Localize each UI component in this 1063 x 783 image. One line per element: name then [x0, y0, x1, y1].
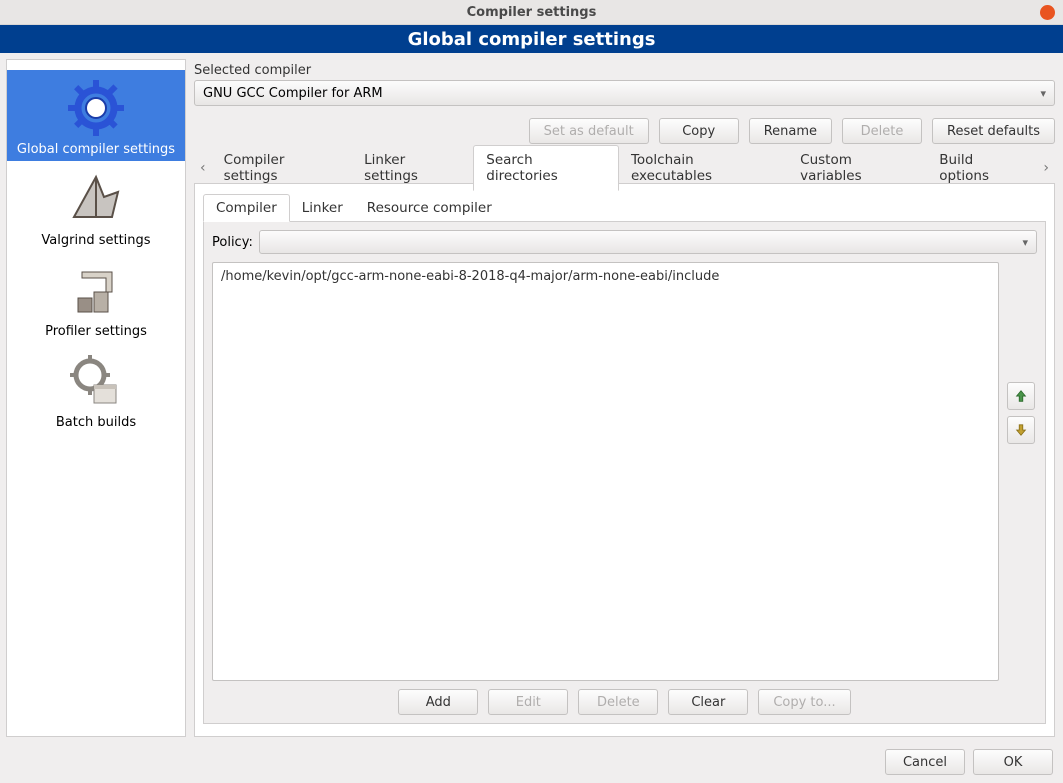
delete-compiler-button[interactable]: Delete: [842, 118, 922, 144]
gear-icon: [64, 76, 128, 140]
policy-label: Policy:: [212, 235, 253, 250]
tab-compiler-settings[interactable]: Compiler settings: [212, 146, 352, 190]
list-item[interactable]: /home/kevin/opt/gcc-arm-none-eabi-8-2018…: [217, 267, 994, 286]
policy-dropdown[interactable]: ▾: [259, 230, 1037, 254]
arrow-up-icon: [1014, 389, 1028, 403]
dialog-footer: Cancel OK: [0, 743, 1063, 783]
content-area: Selected compiler GNU GCC Compiler for A…: [190, 53, 1063, 743]
selected-compiler-dropdown[interactable]: GNU GCC Compiler for ARM ▾: [194, 80, 1055, 106]
main-tabs: ‹ Compiler settings Linker settings Sear…: [194, 152, 1055, 184]
set-as-default-button[interactable]: Set as default: [529, 118, 649, 144]
cancel-button[interactable]: Cancel: [885, 749, 965, 775]
tab-custom-variables[interactable]: Custom variables: [788, 146, 927, 190]
ok-button[interactable]: OK: [973, 749, 1053, 775]
subtab-linker[interactable]: Linker: [290, 195, 355, 221]
chevron-down-icon: ▾: [1022, 236, 1028, 249]
tab-scroll-left[interactable]: ‹: [194, 160, 212, 176]
sidebar-item-valgrind-settings[interactable]: Valgrind settings: [7, 161, 185, 252]
batch-builds-icon: [64, 349, 128, 413]
valgrind-icon: [64, 167, 128, 231]
clear-button[interactable]: Clear: [668, 689, 748, 715]
sidebar-item-label: Global compiler settings: [11, 140, 181, 159]
sidebar-item-global-compiler-settings[interactable]: Global compiler settings: [7, 70, 185, 161]
tab-scroll-right[interactable]: ›: [1037, 160, 1055, 176]
sidebar-item-profiler-settings[interactable]: Profiler settings: [7, 252, 185, 343]
profiler-icon: [64, 258, 128, 322]
edit-button[interactable]: Edit: [488, 689, 568, 715]
selected-compiler-label: Selected compiler: [194, 63, 1055, 80]
tab-build-options[interactable]: Build options: [927, 146, 1037, 190]
delete-dir-button[interactable]: Delete: [578, 689, 658, 715]
window-title: Compiler settings: [467, 5, 597, 20]
directories-listbox[interactable]: /home/kevin/opt/gcc-arm-none-eabi-8-2018…: [212, 262, 999, 681]
selected-compiler-value: GNU GCC Compiler for ARM: [203, 86, 383, 101]
sub-tabs: Compiler Linker Resource compiler: [203, 192, 1046, 222]
move-down-button[interactable]: [1007, 416, 1035, 444]
sidebar-item-label: Profiler settings: [39, 322, 153, 341]
chevron-down-icon: ▾: [1040, 87, 1046, 100]
rename-button[interactable]: Rename: [749, 118, 832, 144]
banner-title: Global compiler settings: [0, 25, 1063, 53]
close-icon[interactable]: [1040, 5, 1055, 20]
sidebar-item-label: Batch builds: [50, 413, 142, 432]
sidebar-item-label: Valgrind settings: [35, 231, 156, 250]
arrow-down-icon: [1014, 423, 1028, 437]
sidebar: Global compiler settings Valgrind settin…: [6, 59, 186, 737]
tab-search-directories[interactable]: Search directories: [473, 145, 619, 191]
sidebar-item-batch-builds[interactable]: Batch builds: [7, 343, 185, 434]
copy-to-button[interactable]: Copy to...: [758, 689, 850, 715]
copy-button[interactable]: Copy: [659, 118, 739, 144]
tab-linker-settings[interactable]: Linker settings: [352, 146, 473, 190]
subtab-compiler[interactable]: Compiler: [203, 194, 290, 222]
move-up-button[interactable]: [1007, 382, 1035, 410]
add-button[interactable]: Add: [398, 689, 478, 715]
subtab-resource-compiler[interactable]: Resource compiler: [355, 195, 504, 221]
titlebar: Compiler settings: [0, 0, 1063, 25]
tab-toolchain-executables[interactable]: Toolchain executables: [619, 146, 788, 190]
reset-defaults-button[interactable]: Reset defaults: [932, 118, 1055, 144]
